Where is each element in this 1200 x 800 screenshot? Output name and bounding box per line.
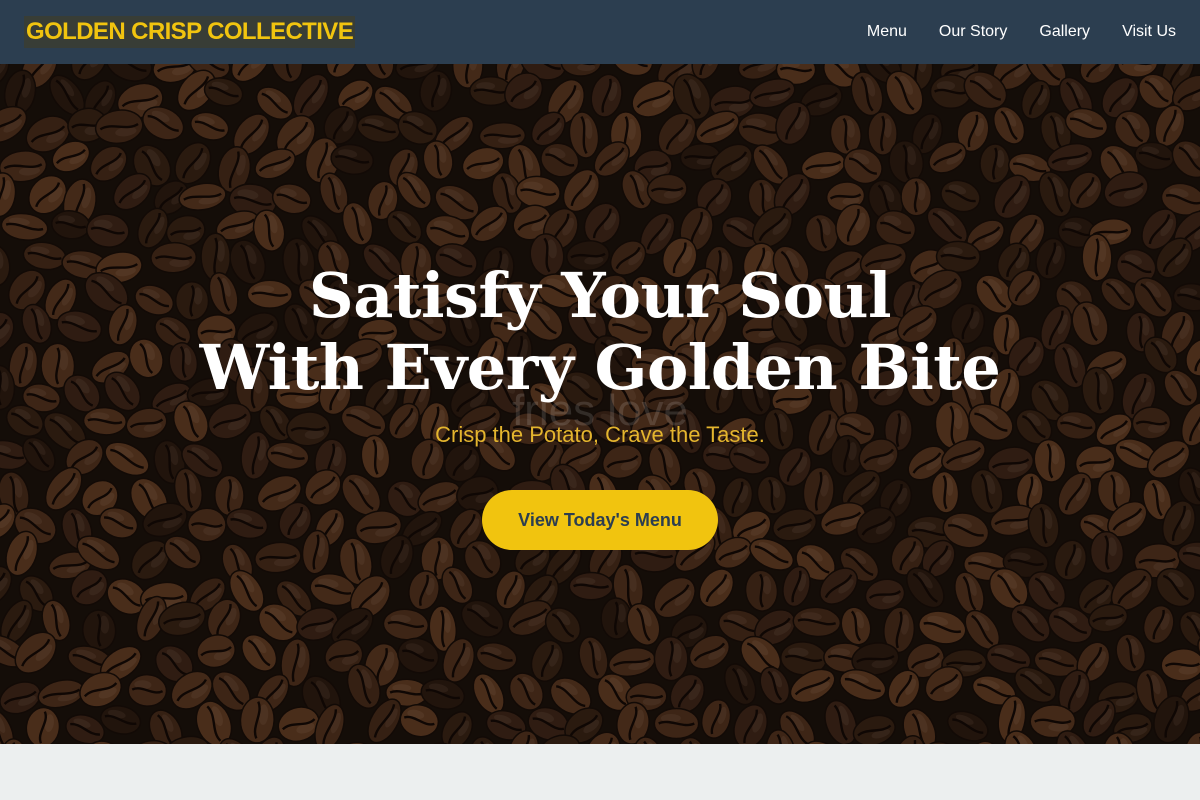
nav-link-our-story[interactable]: Our Story <box>939 23 1007 41</box>
hero-section: Satisfy Your Soul With Every Golden Bite… <box>0 64 1200 744</box>
hero-content: Satisfy Your Soul With Every Golden Bite… <box>0 64 1200 744</box>
nav-link-gallery[interactable]: Gallery <box>1039 23 1090 41</box>
next-section <box>0 744 1200 800</box>
hero-tagline: Crisp the Potato, Crave the Taste. <box>435 422 765 447</box>
nav-link-visit-us[interactable]: Visit Us <box>1122 23 1176 41</box>
top-navbar: GOLDEN CRISP COLLECTIVE Menu Our Story G… <box>0 0 1200 64</box>
nav-links: Menu Our Story Gallery Visit Us <box>867 23 1176 41</box>
nav-link-menu[interactable]: Menu <box>867 23 907 41</box>
view-todays-menu-button[interactable]: View Today's Menu <box>482 490 718 550</box>
brand-logo[interactable]: GOLDEN CRISP COLLECTIVE <box>24 16 356 48</box>
hero-title-line-1: Satisfy Your Soul <box>308 259 892 332</box>
hero-title: Satisfy Your Soul With Every Golden Bite <box>100 260 1100 404</box>
